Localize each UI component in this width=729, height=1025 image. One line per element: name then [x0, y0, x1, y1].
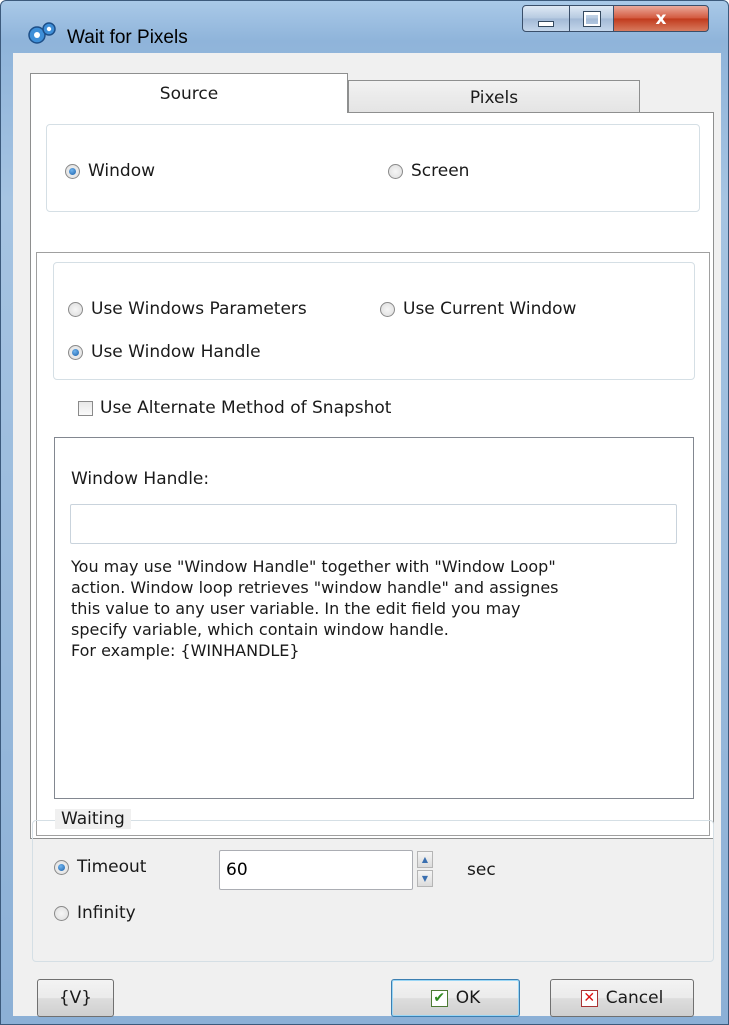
alternate-snapshot-checkbox[interactable]: Use Alternate Method of Snapshot — [78, 398, 391, 418]
timeout-unit: sec — [467, 860, 496, 880]
close-button[interactable]: x — [613, 5, 709, 32]
x-icon: ✕ — [580, 989, 598, 1007]
screen-radio[interactable]: Screen — [388, 161, 469, 181]
timeout-radio-label: Timeout — [77, 857, 147, 877]
cancel-button-label: Cancel — [605, 988, 664, 1008]
alternate-snapshot-box[interactable] — [78, 400, 93, 416]
tab-source-label: Source — [159, 83, 219, 104]
use-window-handle-label: Use Window Handle — [91, 342, 261, 362]
use-windows-parameters-radio[interactable]: Use Windows Parameters — [68, 299, 307, 319]
timeout-radio[interactable]: Timeout — [54, 857, 146, 877]
timeout-spinner[interactable]: ▲ ▼ — [417, 851, 435, 889]
minimize-icon — [538, 20, 554, 27]
tab-pixels-label: Pixels — [469, 87, 519, 108]
use-window-handle-radio[interactable]: Use Window Handle — [68, 342, 261, 362]
window-mode-group: Use Windows Parameters Use Current Windo… — [53, 262, 695, 380]
window-radio-dot[interactable] — [65, 163, 80, 179]
window-settings-panel: Use Windows Parameters Use Current Windo… — [36, 252, 710, 836]
waiting-group: Waiting Timeout ▲ ▼ sec Infinity — [32, 809, 714, 962]
checkmark-icon: ✔ — [430, 989, 448, 1007]
use-current-window-radio[interactable]: Use Current Window — [380, 299, 576, 319]
use-window-handle-dot[interactable] — [68, 344, 83, 360]
window-title: Wait for Pixels — [67, 27, 188, 48]
use-current-window-label: Use Current Window — [403, 299, 577, 319]
maximize-icon — [582, 10, 601, 27]
ok-button-label: OK — [455, 988, 481, 1008]
alternate-snapshot-label: Use Alternate Method of Snapshot — [100, 398, 392, 418]
spin-up-button[interactable]: ▲ — [417, 851, 433, 868]
infinity-radio-dot[interactable] — [54, 905, 69, 921]
close-icon: x — [655, 8, 667, 29]
maximize-button[interactable] — [569, 5, 614, 32]
use-windows-parameters-dot[interactable] — [68, 301, 83, 317]
window-radio-label: Window — [88, 161, 156, 181]
variables-button[interactable]: {V} — [37, 979, 114, 1017]
window-handle-box: Window Handle: You may use "Window Handl… — [54, 437, 694, 799]
window-radio[interactable]: Window — [65, 161, 155, 181]
ok-button[interactable]: ✔ OK — [391, 979, 520, 1017]
gear-icon — [28, 22, 56, 44]
infinity-radio[interactable]: Infinity — [54, 903, 136, 923]
timeout-input[interactable] — [219, 850, 413, 890]
title-bar[interactable]: Wait for Pixels x — [1, 1, 728, 48]
tab-pixels[interactable]: Pixels — [348, 80, 640, 114]
dialog-window: Wait for Pixels x Source Pixels Window S… — [0, 0, 729, 1025]
screen-radio-label: Screen — [411, 161, 470, 181]
window-handle-label: Window Handle: — [71, 469, 210, 489]
infinity-radio-label: Infinity — [77, 903, 136, 923]
chevron-up-icon: ▲ — [421, 855, 429, 864]
use-current-window-dot[interactable] — [380, 301, 395, 317]
window-handle-input[interactable] — [70, 504, 677, 544]
source-tab-panel: Window Screen Use Windows Parameters Use… — [30, 112, 714, 839]
use-windows-parameters-label: Use Windows Parameters — [91, 299, 307, 319]
tab-source[interactable]: Source — [30, 73, 348, 113]
spin-down-button[interactable]: ▼ — [417, 870, 433, 887]
waiting-legend: Waiting — [55, 809, 131, 829]
window-handle-help-text: You may use "Window Handle" together wit… — [71, 557, 559, 660]
cancel-button[interactable]: ✕ Cancel — [550, 979, 694, 1017]
screen-radio-dot[interactable] — [388, 163, 403, 179]
source-type-group: Window Screen — [46, 124, 700, 212]
chevron-down-icon: ▼ — [421, 874, 429, 883]
dialog-client-area: Source Pixels Window Screen Use Windows … — [13, 53, 721, 1017]
timeout-radio-dot[interactable] — [54, 859, 69, 875]
minimize-button[interactable] — [522, 5, 570, 32]
variables-button-label: {V} — [58, 988, 93, 1008]
